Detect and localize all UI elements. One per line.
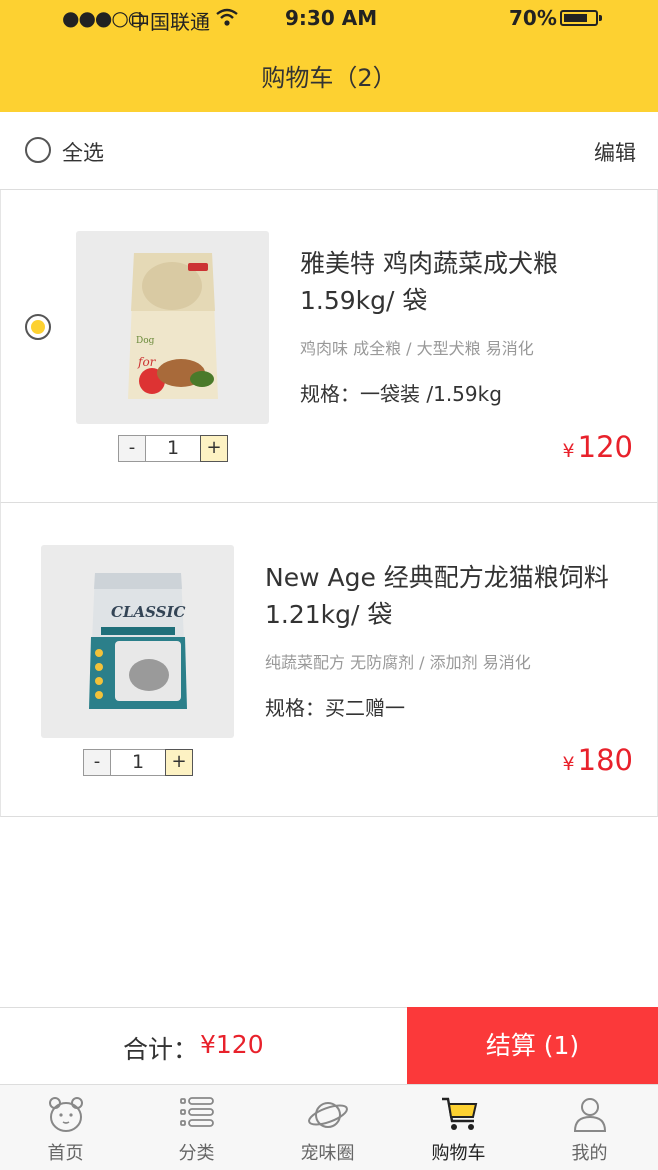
- svg-text:Dog: Dog: [136, 336, 155, 346]
- edit-button[interactable]: 编辑: [594, 137, 636, 167]
- status-time: 9:30 AM: [285, 6, 378, 30]
- product-tags: 鸡肉味 成全粮 / 大型犬粮 易消化: [300, 339, 534, 358]
- price-value: 180: [577, 743, 633, 777]
- dog-food-bag-icon: Dog for: [128, 253, 218, 399]
- checkout-bar: 合计： ¥120 结算 (1): [0, 1007, 658, 1085]
- product-name[interactable]: 雅美特 鸡肉蔬菜成犬粮 1.59kg/ 袋: [300, 245, 640, 319]
- product-name[interactable]: New Age 经典配方龙猫粮饲料 1.21kg/ 袋: [265, 559, 645, 633]
- select-all-label[interactable]: 全选: [62, 137, 104, 167]
- tab-label: 宠味圈: [300, 1143, 355, 1164]
- planet-icon: [308, 1102, 348, 1128]
- chinchilla-food-bag-icon: CLASSIC: [89, 573, 187, 709]
- tab-profile[interactable]: 我的: [524, 1085, 655, 1170]
- cart-icon: [442, 1097, 478, 1130]
- tab-home[interactable]: 首页: [0, 1085, 131, 1170]
- decrease-button[interactable]: -: [118, 435, 146, 462]
- checkout-button[interactable]: 结算 (1): [407, 1007, 658, 1085]
- battery-percent: 70%: [509, 6, 557, 30]
- battery-icon: [560, 10, 602, 26]
- hamster-icon: [49, 1097, 83, 1132]
- price-value: 120: [577, 430, 633, 464]
- tab-label: 购物车: [431, 1143, 486, 1164]
- svg-text:CLASSIC: CLASSIC: [111, 603, 185, 621]
- tab-label: 分类: [178, 1143, 215, 1164]
- list-icon: [180, 1097, 214, 1127]
- product-image[interactable]: Dog for: [76, 231, 269, 424]
- cart-item: CLASSIC - 1 + New Age 经典配方龙猫粮饲料 1.21kg/ …: [0, 503, 658, 817]
- select-all-bar: 全选 编辑: [0, 112, 658, 190]
- tab-bar: 首页 分类 宠味圈 购物车 我的: [0, 1084, 658, 1170]
- carrier-name: 中国联通: [130, 10, 210, 34]
- wifi-icon: [216, 8, 238, 26]
- tab-label: 首页: [47, 1143, 84, 1164]
- quantity-value[interactable]: 1: [111, 749, 165, 776]
- user-icon: [573, 1098, 607, 1132]
- quantity-stepper: - 1 +: [118, 435, 228, 462]
- decrease-button[interactable]: -: [83, 749, 111, 776]
- increase-button[interactable]: +: [165, 749, 193, 776]
- tab-cart[interactable]: 购物车: [393, 1085, 524, 1170]
- page-title: 购物车（2）: [261, 64, 397, 92]
- increase-button[interactable]: +: [200, 435, 228, 462]
- svg-text:for: for: [137, 355, 157, 369]
- product-spec: 规格：买二赠一: [265, 696, 405, 720]
- cart-item: Dog for - 1 + 雅美特 鸡肉蔬菜成犬粮 1.59kg/ 袋 鸡肉味 …: [0, 190, 658, 503]
- product-tags: 纯蔬菜配方 无防腐剂 / 添加剂 易消化: [265, 653, 531, 672]
- quantity-stepper: - 1 +: [83, 749, 193, 776]
- product-image[interactable]: CLASSIC: [41, 545, 234, 738]
- total-label: 合计：: [123, 1035, 199, 1064]
- product-price: ¥120: [563, 430, 633, 464]
- tab-community[interactable]: 宠味圈: [262, 1085, 393, 1170]
- tab-category[interactable]: 分类: [131, 1085, 262, 1170]
- currency-symbol: ¥: [562, 753, 575, 775]
- total-amount: ¥120: [200, 1030, 264, 1059]
- status-bar: ●●●○○ 中国联通 9:30 AM 70%: [0, 6, 658, 34]
- tab-label: 我的: [571, 1143, 608, 1164]
- select-all-radio[interactable]: [25, 137, 51, 163]
- product-price: ¥180: [563, 743, 633, 777]
- currency-symbol: ¥: [562, 440, 575, 462]
- product-spec: 规格：一袋装 /1.59kg: [300, 382, 502, 406]
- header: ●●●○○ 中国联通 9:30 AM 70% 购物车（2）: [0, 0, 658, 112]
- item-select-radio[interactable]: [25, 314, 51, 340]
- quantity-value[interactable]: 1: [146, 435, 200, 462]
